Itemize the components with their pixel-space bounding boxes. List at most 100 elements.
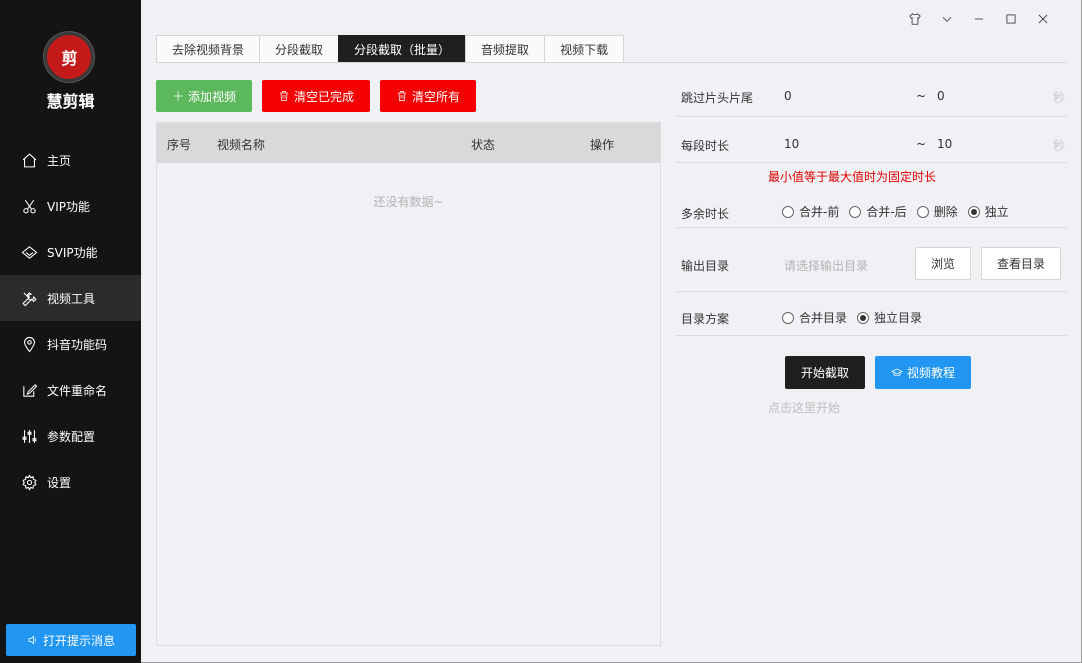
tools-icon [20,289,38,307]
minimize-icon[interactable] [970,10,988,28]
sidebar-item-vip[interactable]: VIP功能 [0,183,141,229]
browse-button[interactable]: 浏览 [915,247,971,280]
add-video-button[interactable]: 添加视频 [156,80,252,112]
segment-row: 每段时长 10 ~ 10 秒 [676,117,1067,163]
chevron-down-icon[interactable] [938,10,956,28]
trash-icon [397,91,406,101]
app-logo: 剪 [44,32,94,82]
tab-bar: 去除视频背景 分段截取 分段截取（批量） 音频提取 视频下载 [156,35,625,63]
diamond-icon [20,243,38,261]
clear-all-label: 清空所有 [411,89,460,104]
skip-from-input[interactable]: 0 [784,89,792,103]
add-video-label: 添加视频 [187,89,236,104]
tab-remove-background[interactable]: 去除视频背景 [156,35,260,63]
location-pin-icon [20,335,38,353]
tab-video-download[interactable]: 视频下载 [544,35,625,63]
dir-scheme-label: 目录方案 [681,312,730,326]
sidebar-item-label: 文件重命名 [47,383,108,398]
segment-tilde: ~ [916,137,927,151]
view-dir-button[interactable]: 查看目录 [981,247,1061,280]
sidebar-item-label: 设置 [47,475,72,490]
sidebar-item-settings[interactable]: 设置 [0,459,141,505]
skin-icon[interactable] [906,10,924,28]
close-icon[interactable] [1034,10,1052,28]
video-tutorial-label: 视频教程 [906,366,955,380]
remainder-option-merge-before[interactable]: 合并-前 [782,203,839,220]
speaker-icon [28,635,37,645]
remainder-option-independent[interactable]: 独立 [967,203,1009,220]
remainder-option-merge-after[interactable]: 合并-后 [849,203,907,220]
radio-dot [916,205,929,218]
dir-scheme-option-merge[interactable]: 合并目录 [782,309,847,326]
dir-scheme-option-independent[interactable]: 独立目录 [857,309,922,326]
sidebar-item-svip[interactable]: SVIP功能 [0,229,141,275]
segment-from-input[interactable]: 10 [784,137,799,151]
dir-scheme-row: 目录方案 合并目录 独立目录 [676,292,1067,336]
sidebar-item-video-tools[interactable]: 视频工具 [0,275,141,321]
start-hint: 点击这里开始 [768,401,841,415]
maximize-icon[interactable] [1002,10,1020,28]
scissors-icon [20,197,38,215]
radio-dot-selected [857,311,870,324]
table-empty-text: 还没有数据~ [373,195,444,209]
column-header-actions: 操作 [590,138,615,152]
video-tutorial-button[interactable]: 视频教程 [875,356,971,389]
sidebar-nav: 主页 VIP功能 SVIP功能 视频工具 抖音功能码 文件重命名 参数配置 设置 [0,137,141,505]
sidebar-item-home[interactable]: 主页 [0,137,141,183]
sidebar: 剪 慧剪辑 主页 VIP功能 SVIP功能 视频工具 抖音功能码 文件重命名 参… [0,0,141,663]
segment-hint: 最小值等于最大值时为固定时长 [768,170,937,184]
plus-icon [173,91,183,101]
remainder-option-delete[interactable]: 删除 [916,203,958,220]
window-controls [906,10,1052,28]
home-icon [20,151,38,169]
radio-label: 合并目录 [799,311,848,325]
output-row: 输出目录 请选择输出目录 浏览 查看目录 [676,228,1067,292]
start-cut-button[interactable]: 开始截取 [785,356,865,389]
sidebar-item-params[interactable]: 参数配置 [0,413,141,459]
tab-segment-cut-batch[interactable]: 分段截取（批量） [338,35,466,63]
segment-to-input[interactable]: 10 [937,137,952,151]
table-header: 序号 视频名称 状态 操作 [157,123,660,163]
sidebar-item-rename[interactable]: 文件重命名 [0,367,141,413]
sidebar-item-label: VIP功能 [47,199,90,214]
clear-completed-button[interactable]: 清空已完成 [262,80,370,112]
clear-all-button[interactable]: 清空所有 [380,80,476,112]
sidebar-item-label: 抖音功能码 [47,337,108,352]
skip-row: 跳过片头片尾 0 ~ 0 秒 [676,72,1067,117]
tab-segment-cut[interactable]: 分段截取 [259,35,339,63]
radio-dot-selected [967,205,980,218]
notify-button-label: 打开提示消息 [42,633,115,648]
radio-label: 独立目录 [874,311,923,325]
radio-label: 合并-前 [799,205,840,219]
radio-dot [782,311,794,324]
sidebar-item-douyin[interactable]: 抖音功能码 [0,321,141,367]
app-name: 慧剪辑 [46,92,95,111]
tab-audio-extract[interactable]: 音频提取 [465,35,545,63]
column-header-name: 视频名称 [217,138,266,152]
sidebar-item-label: 主页 [47,153,72,168]
radio-dot [782,205,794,218]
skip-tilde: ~ [916,89,927,103]
output-label: 输出目录 [681,259,730,273]
logo-glyph: 剪 [61,49,77,68]
edit-icon [20,381,38,399]
output-dir-input[interactable]: 请选择输出目录 [784,257,868,274]
open-notify-button[interactable]: 打开提示消息 [6,624,136,656]
tab-divider [156,62,1067,63]
remainder-radio-group: 合并-前 合并-后 删除 独立 [782,203,1015,220]
radio-label: 合并-后 [866,205,907,219]
segment-unit: 秒 [1052,139,1065,153]
settings-form: 跳过片头片尾 0 ~ 0 秒 每段时长 10 ~ 10 秒 最小值等于最大值时为… [676,72,1067,336]
trash-icon [279,91,288,101]
sidebar-item-label: 参数配置 [47,429,96,444]
radio-label: 独立 [984,205,1009,219]
column-header-status: 状态 [471,138,496,152]
skip-label: 跳过片头片尾 [681,91,754,105]
video-table: 序号 视频名称 状态 操作 还没有数据~ [156,122,661,646]
skip-to-input[interactable]: 0 [937,89,945,103]
sidebar-item-label: SVIP功能 [47,245,98,260]
clear-completed-label: 清空已完成 [293,89,354,104]
segment-label: 每段时长 [681,139,730,153]
graduation-cap-icon [891,368,903,376]
remainder-label: 多余时长 [681,207,730,221]
